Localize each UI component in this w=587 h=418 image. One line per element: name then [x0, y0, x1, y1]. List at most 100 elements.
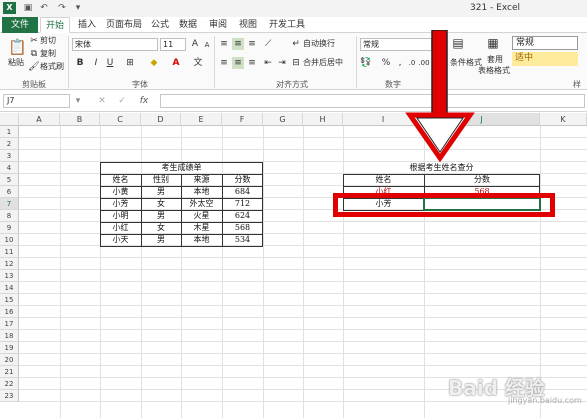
- row-header-22[interactable]: 22: [0, 378, 19, 390]
- table-cell[interactable]: 684: [222, 186, 263, 198]
- increase-font-icon[interactable]: A: [189, 38, 201, 50]
- wrap-text-icon[interactable]: ↵: [290, 38, 302, 50]
- save-icon[interactable]: ▣: [22, 2, 34, 14]
- row-header-15[interactable]: 15: [0, 294, 19, 306]
- table-cell[interactable]: 小黄: [100, 186, 141, 198]
- row-header-8[interactable]: 8: [0, 210, 19, 222]
- table-cell[interactable]: 小天: [100, 234, 141, 246]
- name-box-dropdown-icon[interactable]: ▾: [72, 95, 84, 107]
- tab-view[interactable]: 视图: [236, 17, 260, 33]
- column-header-f[interactable]: F: [222, 113, 263, 126]
- italic-button[interactable]: I: [90, 57, 102, 69]
- row-header-4[interactable]: 4: [0, 162, 19, 174]
- tab-developer[interactable]: 开发工具: [266, 17, 308, 33]
- bold-button[interactable]: B: [74, 57, 86, 69]
- row-header-20[interactable]: 20: [0, 354, 19, 366]
- table-cell[interactable]: 女: [141, 222, 181, 234]
- phonetic-icon[interactable]: 文: [192, 57, 204, 69]
- indent-increase-icon[interactable]: ⇥: [276, 57, 288, 69]
- font-color-icon[interactable]: A: [170, 57, 182, 69]
- column-header-g[interactable]: G: [263, 113, 303, 126]
- table-cell[interactable]: 小红: [100, 222, 141, 234]
- table-cell[interactable]: 男: [141, 234, 181, 246]
- orientation-icon[interactable]: ⟋: [262, 38, 274, 50]
- tab-formulas[interactable]: 公式: [148, 17, 172, 33]
- row-header-17[interactable]: 17: [0, 318, 19, 330]
- format-painter-icon[interactable]: 🖌: [28, 61, 40, 73]
- style-normal[interactable]: 常规: [512, 36, 578, 50]
- row-header-12[interactable]: 12: [0, 258, 19, 270]
- copy-button[interactable]: 复制: [40, 48, 56, 60]
- border-icon[interactable]: ⊞: [124, 57, 136, 69]
- row-header-23[interactable]: 23: [0, 390, 19, 402]
- row-header-19[interactable]: 19: [0, 342, 19, 354]
- font-size-box[interactable]: 11: [160, 38, 186, 51]
- column-header-d[interactable]: D: [141, 113, 181, 126]
- merge-center-button[interactable]: 合并后居中: [303, 57, 343, 69]
- tab-file[interactable]: 文件: [2, 17, 38, 33]
- undo-icon[interactable]: ↶: [38, 2, 50, 14]
- column-header-a[interactable]: A: [19, 113, 60, 126]
- table-cell[interactable]: 男: [141, 186, 181, 198]
- table-cell[interactable]: 木星: [181, 222, 222, 234]
- row-header-21[interactable]: 21: [0, 366, 19, 378]
- table-cell[interactable]: 外太空: [181, 198, 222, 210]
- row-header-10[interactable]: 10: [0, 234, 19, 246]
- table-cell[interactable]: 712: [222, 198, 263, 210]
- table-cell[interactable]: 小芳: [100, 198, 141, 210]
- tab-home[interactable]: 开始: [40, 17, 70, 33]
- tab-page-layout[interactable]: 页面布局: [104, 17, 144, 33]
- wrap-text-button[interactable]: 自动换行: [303, 38, 335, 50]
- row-header-5[interactable]: 5: [0, 174, 19, 186]
- table-cell[interactable]: 534: [222, 234, 263, 246]
- table-cell[interactable]: 小明: [100, 210, 141, 222]
- fill-color-icon[interactable]: ◆: [148, 57, 160, 69]
- table-cell[interactable]: 火星: [181, 210, 222, 222]
- align-middle-icon[interactable]: ≡: [232, 38, 244, 50]
- format-painter-button[interactable]: 格式刷: [40, 61, 64, 73]
- column-header-e[interactable]: E: [181, 113, 222, 126]
- align-center-icon[interactable]: ≡: [232, 57, 244, 69]
- style-neutral[interactable]: 适中: [512, 52, 578, 66]
- paste-icon[interactable]: 📋: [8, 37, 27, 57]
- font-name-box[interactable]: 宋体: [72, 38, 158, 51]
- table-cell[interactable]: 568: [222, 222, 263, 234]
- tab-insert[interactable]: 插入: [74, 17, 100, 33]
- copy-icon[interactable]: ⧉: [28, 48, 40, 60]
- column-header-k[interactable]: K: [540, 113, 587, 126]
- row-header-13[interactable]: 13: [0, 270, 19, 282]
- align-top-icon[interactable]: ≡: [218, 38, 230, 50]
- row-header-6[interactable]: 6: [0, 186, 19, 198]
- currency-icon[interactable]: 💱: [360, 57, 372, 69]
- indent-decrease-icon[interactable]: ⇤: [262, 57, 274, 69]
- cut-button[interactable]: 剪切: [40, 35, 56, 47]
- tab-review[interactable]: 审阅: [206, 17, 230, 33]
- customize-toolbar-icon[interactable]: ▾: [72, 2, 84, 14]
- percent-icon[interactable]: %: [380, 57, 392, 69]
- row-header-1[interactable]: 1: [0, 126, 19, 138]
- name-box[interactable]: J7: [3, 94, 70, 108]
- table-cell[interactable]: 女: [141, 198, 181, 210]
- align-bottom-icon[interactable]: ≡: [246, 38, 258, 50]
- table-format-icon[interactable]: ▦: [485, 37, 501, 55]
- redo-icon[interactable]: ↷: [56, 2, 68, 14]
- table-cell[interactable]: 本地: [181, 186, 222, 198]
- cancel-icon[interactable]: ✕: [96, 95, 108, 107]
- formula-input[interactable]: [160, 94, 585, 108]
- row-header-3[interactable]: 3: [0, 150, 19, 162]
- table-cell[interactable]: 624: [222, 210, 263, 222]
- paste-button[interactable]: 粘贴: [8, 57, 24, 69]
- align-right-icon[interactable]: ≡: [246, 57, 258, 69]
- column-header-c[interactable]: C: [100, 113, 141, 126]
- enter-icon[interactable]: ✓: [116, 95, 128, 107]
- row-header-18[interactable]: 18: [0, 330, 19, 342]
- column-header-h[interactable]: H: [303, 113, 343, 126]
- decrease-font-icon[interactable]: A: [201, 39, 213, 51]
- row-header-11[interactable]: 11: [0, 246, 19, 258]
- column-header-b[interactable]: B: [60, 113, 100, 126]
- table-format-button-line2[interactable]: 表格格式: [478, 65, 510, 77]
- select-all-corner[interactable]: [0, 113, 19, 126]
- row-header-14[interactable]: 14: [0, 282, 19, 294]
- cut-icon[interactable]: ✂: [28, 35, 40, 47]
- table-cell[interactable]: 男: [141, 210, 181, 222]
